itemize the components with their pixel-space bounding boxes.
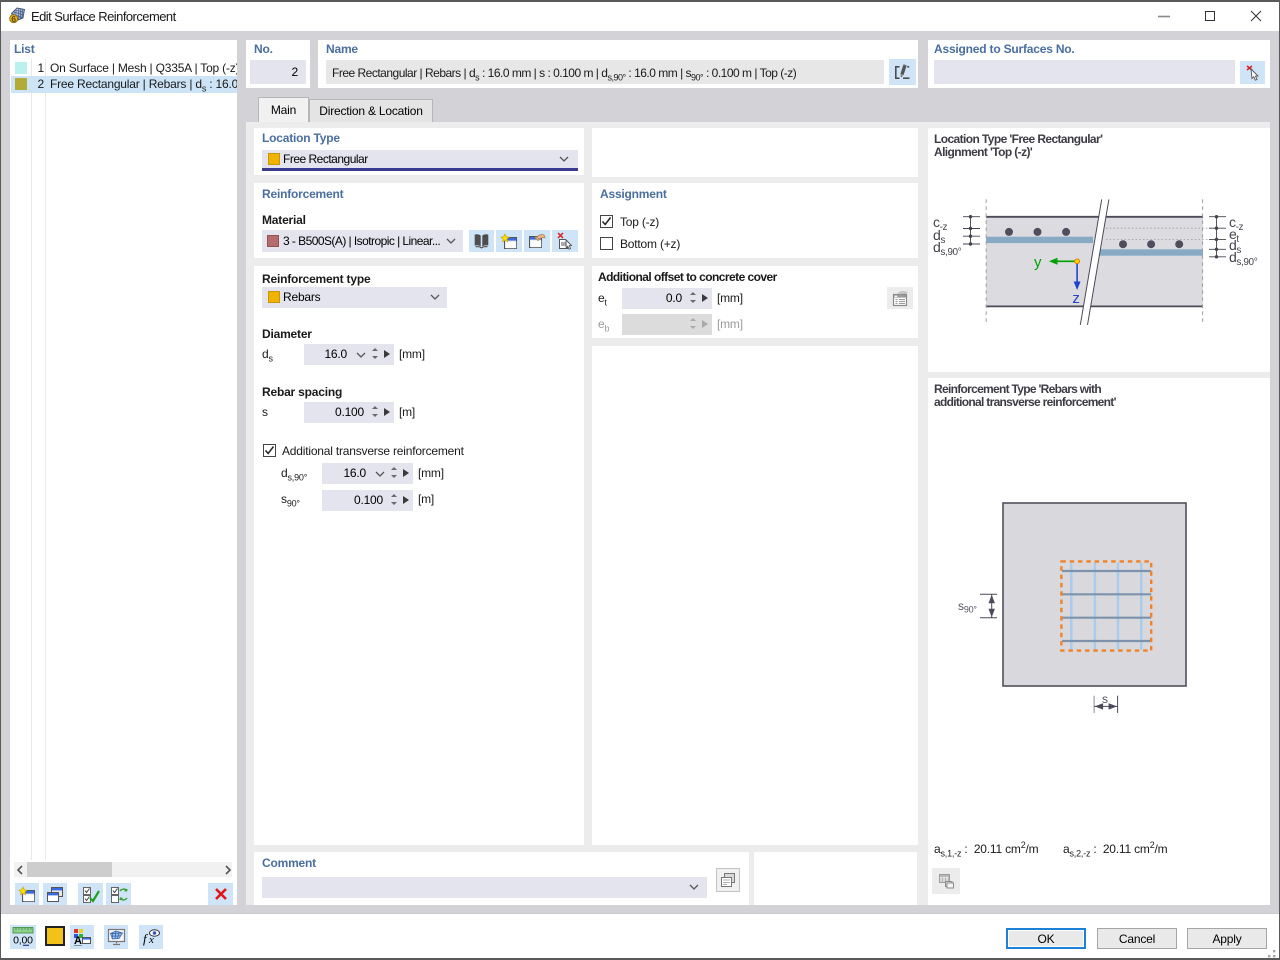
svg-text:6: 6 — [11, 14, 16, 24]
svg-text:s90°: s90° — [958, 599, 977, 615]
svg-text:ds,90°: ds,90° — [1229, 249, 1258, 268]
svg-text:y: y — [1034, 254, 1042, 271]
svg-text:ds,90°: ds,90° — [933, 239, 962, 258]
svg-text:additional transverse reinforc: additional transverse reinforcement' — [934, 395, 1117, 409]
svg-text:z: z — [1072, 290, 1079, 307]
svg-text:Location Type 'Free Rectangula: Location Type 'Free Rectangular' — [934, 132, 1103, 146]
svg-text:A: A — [74, 935, 82, 946]
svg-text:Alignment 'Top (-z)': Alignment 'Top (-z)' — [934, 145, 1033, 159]
svg-text:Reinforcement Type 'Rebars wit: Reinforcement Type 'Rebars with — [934, 382, 1101, 396]
svg-text:s: s — [1102, 692, 1108, 706]
